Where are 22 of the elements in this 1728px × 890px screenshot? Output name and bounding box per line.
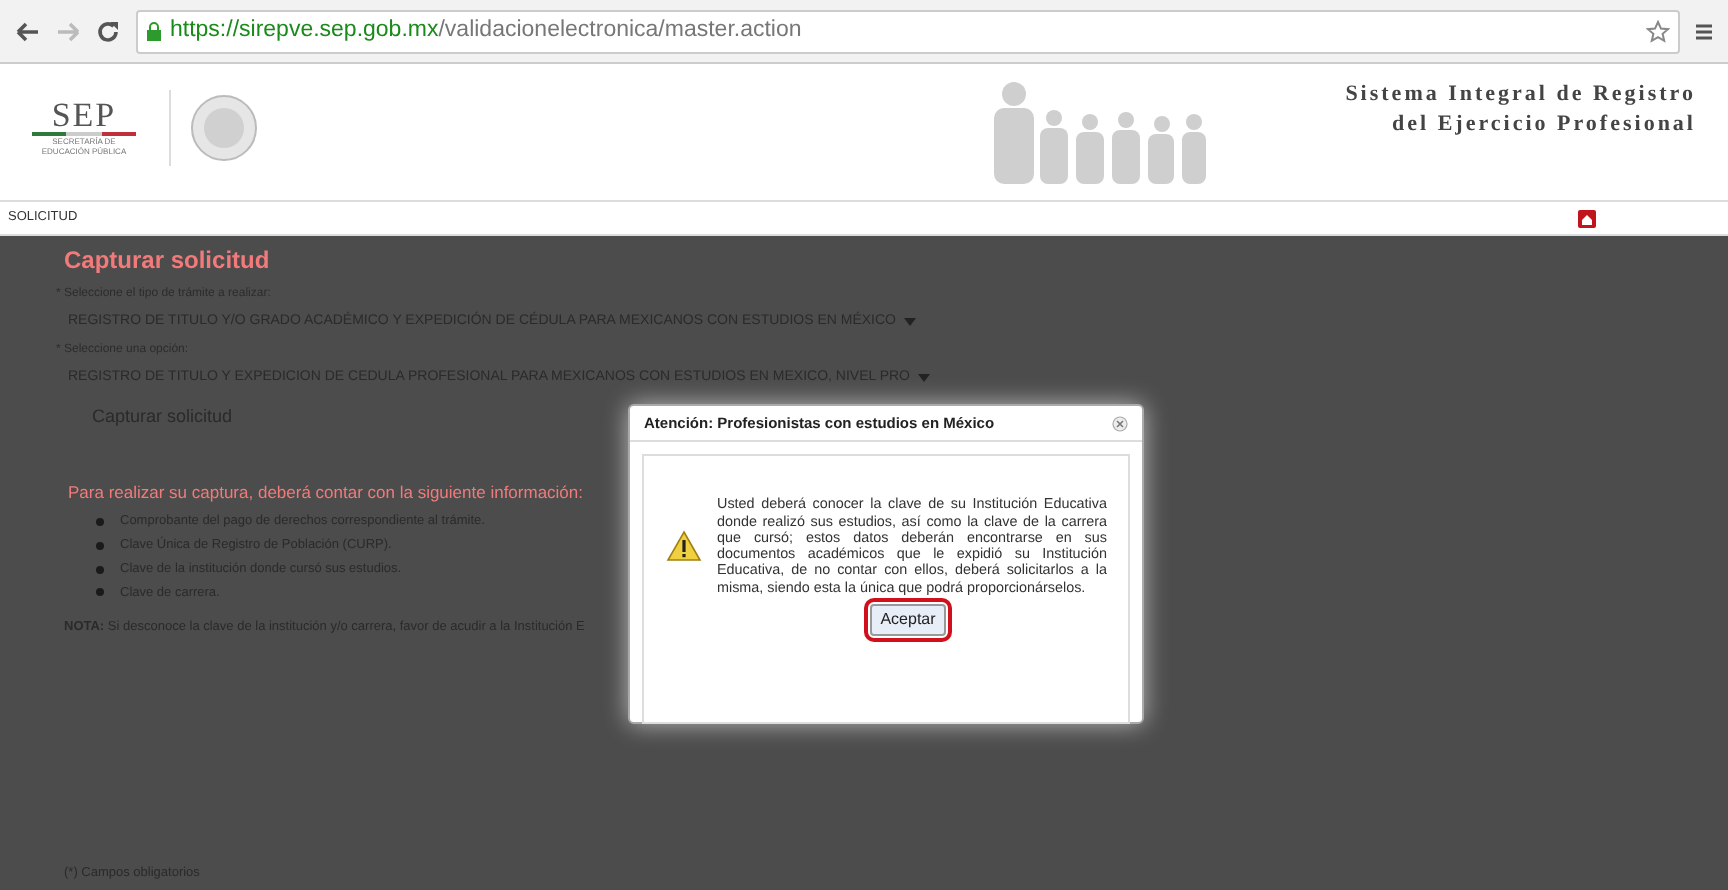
star-icon[interactable] (1646, 19, 1670, 43)
menu-icon[interactable] (1696, 21, 1712, 41)
accept-button[interactable]: Aceptar (870, 603, 946, 636)
system-title: del Ejercicio Profesional (1390, 109, 1696, 140)
system-title: Sistema Integral de Registro (1345, 80, 1696, 110)
bullet-icon (96, 565, 104, 574)
logo-text: SEP (51, 98, 117, 133)
bullet-icon (96, 541, 104, 550)
caret-icon (904, 318, 916, 327)
bullet-icon (96, 588, 104, 597)
warning-icon (665, 530, 701, 563)
home-icon[interactable] (1578, 209, 1596, 227)
reload-icon[interactable] (96, 19, 120, 43)
bullet-icon (96, 518, 104, 527)
url-field[interactable]: https://sirepve.sep.gob.mx/validacionelectronica/master.action (136, 9, 1680, 53)
close-icon[interactable] (1112, 415, 1128, 432)
back-icon[interactable] (16, 21, 40, 41)
caret-icon (918, 373, 930, 382)
form-title: Capturar solicitud (64, 244, 272, 278)
info-heading: Para realizar su captura, deberá contar con la siguiente información: (68, 479, 584, 505)
lock-icon (146, 21, 162, 41)
flag-stripe-drawing (32, 132, 136, 139)
